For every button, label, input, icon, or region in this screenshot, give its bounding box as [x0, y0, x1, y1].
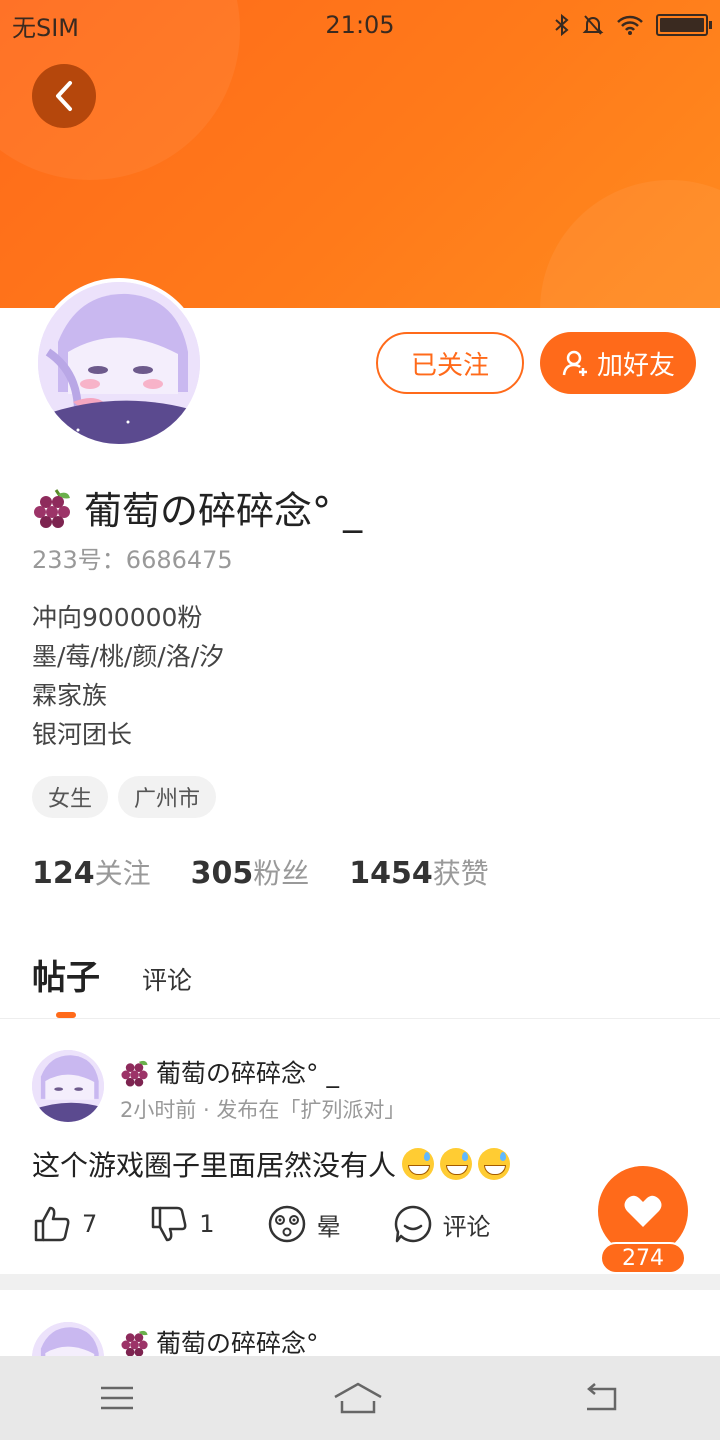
fans-count: 305	[190, 856, 254, 891]
follow-button[interactable]: 已关注	[376, 332, 524, 394]
comment-icon	[394, 1205, 431, 1243]
dizzy-face-icon	[268, 1205, 305, 1243]
grape-icon	[34, 488, 70, 528]
post-author-name: 葡萄の碎碎念° _	[156, 1059, 339, 1088]
comment-button[interactable]: 评论	[393, 1204, 491, 1244]
divider	[0, 1018, 720, 1019]
menu-icon[interactable]	[99, 1384, 135, 1412]
profile-stats: 124关注 305粉丝 1454获赞	[32, 852, 489, 892]
likes-count: 1454	[349, 856, 433, 891]
back-arrow-icon	[56, 81, 72, 111]
back-button[interactable]	[32, 64, 96, 128]
post-author[interactable]: 葡萄の碎碎念° _	[120, 1324, 339, 1360]
dislike-count: 1	[199, 1210, 215, 1238]
gender-tag: 女生	[32, 776, 109, 818]
add-user-icon	[562, 350, 587, 376]
profile-name: 葡萄の碎碎念° _	[32, 480, 362, 535]
bio: 冲向900000粉 墨/莓/桃/颜/洛/汐 霖家族 银河团长	[32, 598, 224, 754]
post-avatar[interactable]	[32, 1050, 104, 1122]
grape-icon	[121, 1060, 148, 1087]
status-icons	[508, 13, 712, 37]
bio-line: 冲向900000粉	[32, 603, 203, 632]
add-friend-label: 加好友	[596, 350, 675, 381]
avatar-image	[38, 282, 200, 444]
add-friend-button[interactable]: 加好友	[540, 332, 696, 394]
sweat-smile-emoji-icon	[440, 1148, 473, 1180]
tab-posts[interactable]: 帖子	[32, 950, 100, 1018]
post-author-name: 葡萄の碎碎念° _	[156, 1329, 339, 1358]
clock: 21:05	[325, 11, 395, 39]
location-tag: 广州市	[118, 776, 217, 818]
post-meta: 2小时前 · 发布在「扩列派对」	[120, 1098, 406, 1122]
user-id: 233号：6686475	[32, 546, 233, 574]
mute-bell-icon	[582, 15, 604, 35]
carrier-label: 无SIM	[12, 13, 80, 42]
fans-stat[interactable]: 305粉丝	[191, 852, 310, 892]
thumb-up-icon	[34, 1206, 70, 1242]
likes-stat: 1454获赞	[349, 852, 489, 892]
profile-name-text: 葡萄の碎碎念° _	[84, 489, 363, 533]
fans-label: 粉丝	[253, 857, 310, 890]
bio-line: 霖家族	[32, 681, 108, 710]
status-bar: 无SIM 21:05	[0, 0, 720, 50]
profile-tags: 女生 广州市	[32, 776, 217, 818]
bio-line: 墨/莓/桃/颜/洛/汐	[32, 642, 225, 671]
grape-icon	[121, 1330, 148, 1357]
profile-banner: 无SIM 21:05	[0, 0, 720, 308]
banner-decoration	[540, 180, 720, 308]
sweat-smile-emoji-icon	[478, 1148, 511, 1180]
post-actions: 7 1 晕 评论	[32, 1204, 543, 1244]
sweat-smile-emoji-icon	[402, 1148, 435, 1180]
post-text: 这个游戏圈子里面居然没有人	[32, 1144, 511, 1184]
like-count: 7	[82, 1210, 98, 1238]
system-nav-bar	[0, 1356, 720, 1440]
dizzy-button[interactable]: 晕	[267, 1204, 341, 1244]
battery-icon	[656, 14, 712, 36]
bio-line: 银河团长	[32, 720, 133, 749]
bluetooth-icon	[555, 13, 569, 37]
home-icon[interactable]	[332, 1381, 384, 1415]
avatar-image	[32, 1050, 104, 1122]
following-stat[interactable]: 124关注	[32, 852, 151, 892]
like-fab-count: 274	[600, 1242, 686, 1274]
dislike-button[interactable]: 1	[149, 1204, 215, 1244]
tab-posts-label: 帖子	[32, 958, 100, 998]
tab-comments[interactable]: 评论	[142, 961, 192, 997]
dizzy-label: 晕	[316, 1212, 341, 1241]
thumb-down-icon	[152, 1206, 187, 1242]
wifi-icon	[617, 15, 643, 35]
content-tabs: 帖子 评论	[32, 950, 192, 1018]
likes-label: 获赞	[432, 857, 489, 890]
following-label: 关注	[94, 857, 151, 890]
post-text-content: 这个游戏圈子里面居然没有人	[32, 1149, 397, 1182]
comment-label: 评论	[442, 1212, 491, 1241]
post-author[interactable]: 葡萄の碎碎念° _	[120, 1054, 339, 1090]
section-divider	[0, 1274, 720, 1290]
return-icon[interactable]	[581, 1383, 621, 1413]
heart-icon	[624, 1195, 662, 1227]
following-count: 124	[32, 856, 95, 891]
like-button[interactable]: 7	[32, 1204, 97, 1244]
avatar[interactable]	[34, 278, 204, 448]
